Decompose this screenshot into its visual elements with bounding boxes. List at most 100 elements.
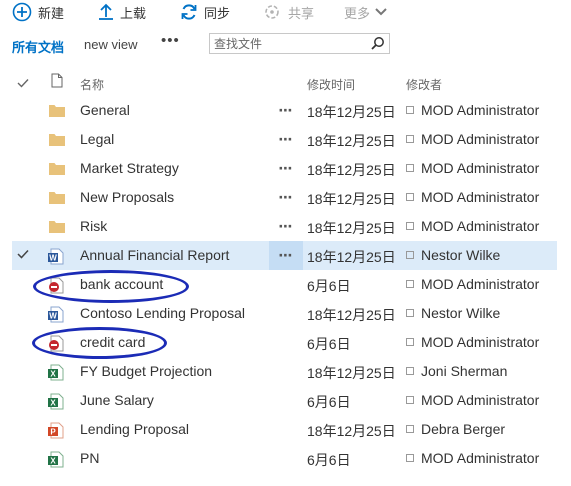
presence-indicator [406, 454, 414, 462]
more-label: 更多 [344, 5, 371, 21]
svg-text:W: W [49, 312, 57, 321]
modified-by-name[interactable]: MOD Administrator [421, 131, 539, 147]
file-name[interactable]: PN [80, 450, 99, 466]
file-name[interactable]: New Proposals [80, 189, 174, 205]
presence-indicator [406, 338, 414, 346]
svg-text:X: X [50, 399, 56, 408]
modified-by: MOD Administrator [406, 102, 539, 118]
excel-doc-icon: X [48, 364, 64, 381]
modified-date: 6月6日 [307, 394, 351, 410]
list-item[interactable]: P Lending Proposal 18年12月25日 Debra Berge… [12, 415, 557, 444]
sync-icon [181, 4, 197, 20]
modified-date: 6月6日 [307, 278, 351, 294]
list-item-selected[interactable]: W Annual Financial Report ⋯ 18年12月25日 Ne… [12, 241, 557, 270]
modified-date: 6月6日 [307, 452, 351, 468]
list-item[interactable]: W Contoso Lending Proposal 18年12月25日 Nes… [12, 299, 557, 328]
modified-by-name[interactable]: MOD Administrator [421, 392, 539, 408]
search-box [209, 33, 390, 54]
list-item[interactable]: X PN 6月6日 MOD Administrator [12, 444, 557, 473]
column-name[interactable]: 名称 [80, 76, 104, 93]
annotation-circle-bank-account [33, 270, 189, 303]
upload-button[interactable]: 上载 [98, 2, 146, 22]
folder-icon [49, 134, 65, 146]
item-menu-button[interactable]: ⋯ [269, 154, 303, 183]
modified-by-name[interactable]: MOD Administrator [421, 189, 539, 205]
item-menu-button[interactable]: ⋯ [269, 125, 303, 154]
list-item[interactable]: New Proposals ⋯ 18年12月25日 MOD Administra… [12, 183, 557, 212]
svg-text:P: P [50, 428, 56, 437]
column-modified-by[interactable]: 修改者 [406, 76, 442, 93]
file-name[interactable]: FY Budget Projection [80, 363, 212, 379]
new-label: 新建 [38, 5, 65, 21]
list-item[interactable]: X June Salary 6月6日 MOD Administrator [12, 386, 557, 415]
modified-by-name[interactable]: Debra Berger [421, 421, 505, 437]
svg-text:W: W [49, 254, 57, 263]
modified-by: MOD Administrator [406, 450, 539, 466]
list-item[interactable]: Legal ⋯ 18年12月25日 MOD Administrator [12, 125, 557, 154]
share-label: 共享 [288, 5, 315, 21]
share-button[interactable]: 共享 [262, 2, 314, 22]
file-name[interactable]: Risk [80, 218, 107, 234]
modified-by: Debra Berger [406, 421, 505, 437]
file-name[interactable]: Market Strategy [80, 160, 179, 176]
modified-by: Nestor Wilke [406, 305, 500, 321]
sync-button[interactable]: 同步 [180, 2, 230, 22]
list-item[interactable]: Market Strategy ⋯ 18年12月25日 MOD Administ… [12, 154, 557, 183]
file-name[interactable]: General [80, 102, 130, 118]
file-name[interactable]: Lending Proposal [80, 421, 189, 437]
row-checkmark-icon[interactable] [17, 248, 29, 260]
tab-all-documents[interactable]: 所有文档 [12, 37, 64, 56]
upload-icon [99, 3, 113, 20]
file-name[interactable]: June Salary [80, 392, 154, 408]
item-menu-button[interactable]: ⋯ [269, 241, 303, 270]
excel-doc-icon: X [48, 393, 64, 410]
search-icon[interactable] [371, 36, 385, 50]
item-menu-button[interactable]: ⋯ [269, 183, 303, 212]
modified-by-name[interactable]: Nestor Wilke [421, 247, 500, 263]
presence-indicator [406, 280, 414, 288]
modified-by: MOD Administrator [406, 160, 539, 176]
select-all-checkmark-icon[interactable] [17, 78, 29, 88]
presence-indicator [406, 193, 414, 201]
tab-new-view[interactable]: new view [84, 37, 137, 52]
modified-by-name[interactable]: MOD Administrator [421, 276, 539, 292]
view-more-button[interactable]: ••• [161, 32, 180, 49]
column-header: 名称 修改时间 修改者 [0, 70, 571, 94]
modified-date: 18年12月25日 [307, 249, 396, 265]
search-input[interactable] [214, 35, 364, 52]
svg-text:X: X [50, 370, 56, 379]
presence-indicator [406, 367, 414, 375]
svg-text:X: X [50, 457, 56, 466]
folder-icon [49, 192, 65, 204]
file-name[interactable]: Contoso Lending Proposal [80, 305, 245, 321]
column-modified[interactable]: 修改时间 [307, 76, 355, 93]
file-name[interactable]: Annual Financial Report [80, 247, 229, 263]
list-item[interactable]: General ⋯ 18年12月25日 MOD Administrator [12, 96, 557, 125]
list-item[interactable]: Risk ⋯ 18年12月25日 MOD Administrator [12, 212, 557, 241]
modified-date: 18年12月25日 [307, 162, 396, 178]
plus-circle-icon [12, 2, 32, 22]
presence-indicator [406, 135, 414, 143]
modified-by: Joni Sherman [406, 363, 507, 379]
new-button[interactable]: 新建 [12, 2, 64, 22]
modified-date: 18年12月25日 [307, 133, 396, 149]
modified-by-name[interactable]: Nestor Wilke [421, 305, 500, 321]
modified-date: 18年12月25日 [307, 307, 396, 323]
modified-by-name[interactable]: MOD Administrator [421, 160, 539, 176]
more-button[interactable]: 更多 [344, 2, 387, 22]
modified-date: 18年12月25日 [307, 220, 396, 236]
presence-indicator [406, 396, 414, 404]
folder-icon [49, 105, 65, 117]
modified-by: MOD Administrator [406, 392, 539, 408]
file-name[interactable]: Legal [80, 131, 114, 147]
item-menu-button[interactable]: ⋯ [269, 212, 303, 241]
annotation-circle-credit-card [32, 327, 167, 359]
modified-by-name[interactable]: MOD Administrator [421, 450, 539, 466]
presence-indicator [406, 309, 414, 317]
modified-by-name[interactable]: MOD Administrator [421, 218, 539, 234]
list-item[interactable]: X FY Budget Projection 18年12月25日 Joni Sh… [12, 357, 557, 386]
modified-by-name[interactable]: MOD Administrator [421, 102, 539, 118]
modified-by-name[interactable]: Joni Sherman [421, 363, 507, 379]
modified-by-name[interactable]: MOD Administrator [421, 334, 539, 350]
item-menu-button[interactable]: ⋯ [269, 96, 303, 125]
